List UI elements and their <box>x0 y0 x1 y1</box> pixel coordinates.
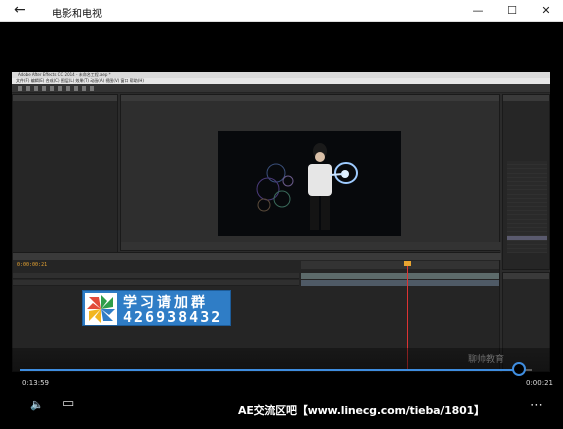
layer-duration-bar[interactable] <box>301 273 499 279</box>
info-panel-tab <box>503 95 549 101</box>
qq-group-banner: 学习请加群 426938432 <box>82 290 231 326</box>
composition-viewer <box>218 131 401 236</box>
camera-tool-icon <box>50 86 54 91</box>
volume-icon[interactable]: 🔈 <box>30 398 44 411</box>
close-button[interactable]: ✕ <box>529 0 563 22</box>
seek-bar-progress <box>20 369 520 371</box>
banner-line-2: 426938432 <box>123 308 223 326</box>
info-readout <box>507 103 547 153</box>
timeline-ruler[interactable] <box>301 261 499 269</box>
rotate-tool-icon <box>42 86 46 91</box>
composition-panel <box>120 94 501 251</box>
pan-tool-icon <box>58 86 62 91</box>
back-arrow-icon[interactable]: ← <box>14 2 26 18</box>
type-tool-icon <box>82 86 86 91</box>
pinwheel-logo-icon <box>87 295 115 323</box>
remaining-time: 0:00:21 <box>526 379 553 387</box>
timeline-layer-row[interactable] <box>13 273 299 279</box>
layer-duration-bar[interactable] <box>301 280 499 286</box>
composition-frame-image <box>218 131 401 236</box>
title-bar: ← 电影和电视 — ☐ ✕ <box>0 0 563 22</box>
after-effects-frame: Adobe After Effects CC 2014 - 未命名工程.aep … <box>12 72 550 372</box>
more-options-icon[interactable]: ⋯ <box>530 398 543 413</box>
effects-list <box>507 161 547 267</box>
composition-footer <box>121 242 501 250</box>
zoom-tool-icon <box>34 86 38 91</box>
window-title: 电影和电视 <box>52 9 102 20</box>
ae-toolbar <box>12 84 550 93</box>
composition-panel-tab <box>121 95 499 101</box>
mask-tool-icon <box>66 86 70 91</box>
hand-tool-icon <box>26 86 30 91</box>
window-controls: — ☐ ✕ <box>461 0 563 22</box>
current-time-indicator-head[interactable] <box>404 261 411 266</box>
selection-tool-icon <box>18 86 22 91</box>
captions-icon[interactable]: ▭ <box>62 396 74 411</box>
elapsed-time: 0:13:59 <box>22 379 49 387</box>
maximize-button[interactable]: ☐ <box>495 0 529 22</box>
watermark-logo: 聊帅教育 <box>468 355 505 365</box>
info-effects-panel <box>502 94 550 270</box>
effects-row[interactable] <box>507 248 547 254</box>
project-panel-tab <box>13 95 117 101</box>
brush-tool-icon <box>90 86 94 91</box>
pen-tool-icon <box>74 86 78 91</box>
timeline-timecode[interactable]: 0:00:00:21 <box>17 262 47 268</box>
timeline-layer-row[interactable] <box>13 280 299 286</box>
paragraph-panel-tab <box>503 273 549 279</box>
subtitle-text: AE交流区吧【www.linecg.com/tieba/1801】 <box>238 404 485 417</box>
timeline-tabs <box>13 253 501 260</box>
minimize-button[interactable]: — <box>461 0 495 22</box>
banner-logo-icon <box>85 293 117 325</box>
